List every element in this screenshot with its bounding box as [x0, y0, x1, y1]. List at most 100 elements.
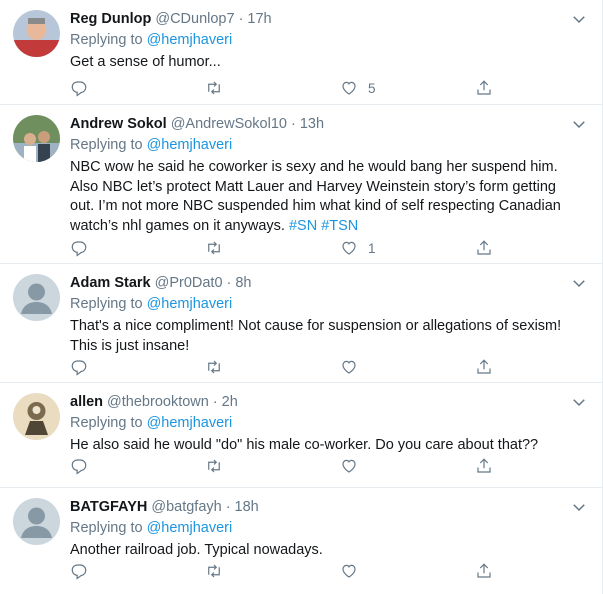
author-name[interactable]: allen	[70, 393, 103, 412]
mention-link[interactable]: @hemjhaveri	[147, 137, 233, 153]
heart-icon	[340, 562, 358, 580]
mention-link[interactable]: @hemjhaveri	[147, 520, 233, 536]
retweet-button[interactable]	[205, 457, 340, 475]
chevron-down-icon[interactable]	[570, 393, 588, 411]
avatar[interactable]	[13, 115, 60, 162]
like-button[interactable]	[340, 358, 475, 376]
reply-icon	[70, 562, 88, 580]
share-icon	[475, 457, 493, 475]
author-handle[interactable]: @AndrewSokol10	[171, 115, 287, 134]
share-icon	[475, 358, 493, 376]
avatar[interactable]	[13, 10, 60, 57]
replying-to: Replying to @hemjhaveri	[70, 136, 582, 155]
reply-icon	[70, 239, 88, 257]
like-count: 1	[368, 240, 376, 256]
retweet-button[interactable]	[205, 79, 340, 97]
separator: ·	[238, 11, 244, 27]
retweet-icon	[205, 457, 223, 475]
separator: ·	[212, 394, 218, 410]
separator: ·	[290, 116, 296, 132]
avatar[interactable]	[13, 498, 60, 545]
retweet-icon	[205, 79, 223, 97]
replying-to: Replying to @hemjhaveri	[70, 31, 582, 50]
replying-to: Replying to @hemjhaveri	[70, 295, 582, 314]
reply-thread: Reg Dunlop @CDunlop7 · 17h Replying to @…	[0, 0, 603, 594]
timestamp[interactable]: 8h	[235, 274, 251, 293]
mention-link[interactable]: @hemjhaveri	[147, 296, 233, 312]
share-button[interactable]	[475, 457, 505, 475]
reply-button[interactable]	[70, 239, 205, 257]
share-icon	[475, 562, 493, 580]
tweet-actions: 5	[70, 76, 505, 100]
author-handle[interactable]: @thebrooktown	[107, 393, 209, 412]
chevron-down-icon[interactable]	[570, 115, 588, 133]
author-handle[interactable]: @Pr0Dat0	[155, 274, 223, 293]
replying-to-prefix: Replying to	[70, 415, 143, 431]
tweet-actions: 1	[70, 236, 505, 260]
like-button[interactable]: 5	[340, 79, 475, 97]
author-name[interactable]: Andrew Sokol	[70, 115, 167, 134]
share-icon	[475, 79, 493, 97]
retweet-button[interactable]	[205, 358, 340, 376]
chevron-down-icon[interactable]	[570, 274, 588, 292]
like-button[interactable]	[340, 562, 475, 580]
timestamp[interactable]: 18h	[235, 498, 259, 517]
mention-link[interactable]: @hemjhaveri	[147, 415, 233, 431]
separator: ·	[226, 275, 232, 291]
tweet-batgfayh[interactable]: BATGFAYH @batgfayh · 18h Replying to @he…	[0, 488, 602, 592]
replying-to-prefix: Replying to	[70, 520, 143, 536]
reply-button[interactable]	[70, 79, 205, 97]
author-name[interactable]: BATGFAYH	[70, 498, 147, 517]
retweet-button[interactable]	[205, 562, 340, 580]
tweet-actions	[70, 355, 505, 379]
like-count: 5	[368, 80, 376, 96]
author-name[interactable]: Adam Stark	[70, 274, 151, 293]
hashtag-links[interactable]: #SN #TSN	[289, 218, 358, 234]
author-name[interactable]: Reg Dunlop	[70, 10, 151, 29]
chevron-down-icon[interactable]	[570, 10, 588, 28]
timestamp[interactable]: 13h	[300, 115, 324, 134]
tweet-andrew-sokol[interactable]: Andrew Sokol @AndrewSokol10 · 13h Replyi…	[0, 105, 602, 264]
retweet-button[interactable]	[205, 239, 340, 257]
tweet-adam-stark[interactable]: Adam Stark @Pr0Dat0 · 8h Replying to @he…	[0, 264, 602, 383]
heart-icon	[340, 79, 358, 97]
replying-to-prefix: Replying to	[70, 296, 143, 312]
like-button[interactable]	[340, 457, 475, 475]
heart-icon	[340, 239, 358, 257]
tweet-actions	[70, 454, 505, 478]
chevron-down-icon[interactable]	[570, 498, 588, 516]
like-button[interactable]: 1	[340, 239, 475, 257]
reply-icon	[70, 358, 88, 376]
tweet-text: NBC wow he said he coworker is sexy and …	[70, 158, 582, 236]
share-button[interactable]	[475, 239, 505, 257]
share-button[interactable]	[475, 562, 505, 580]
mention-link[interactable]: @hemjhaveri	[147, 32, 233, 48]
retweet-icon	[205, 239, 223, 257]
tweet-text: Another railroad job. Typical nowadays.	[70, 542, 323, 558]
retweet-icon	[205, 562, 223, 580]
avatar[interactable]	[13, 393, 60, 440]
replying-to-prefix: Replying to	[70, 32, 143, 48]
tweet-text: He also said he would "do" his male co-w…	[70, 437, 539, 453]
tweet-reg-dunlop[interactable]: Reg Dunlop @CDunlop7 · 17h Replying to @…	[0, 0, 602, 105]
share-button[interactable]	[475, 358, 505, 376]
author-handle[interactable]: @batgfayh	[151, 498, 221, 517]
retweet-icon	[205, 358, 223, 376]
tweet-text: Get a sense of humor...	[70, 54, 221, 70]
author-handle[interactable]: @CDunlop7	[155, 10, 234, 29]
heart-icon	[340, 457, 358, 475]
timestamp[interactable]: 2h	[222, 393, 238, 412]
share-icon	[475, 239, 493, 257]
reply-icon	[70, 457, 88, 475]
reply-button[interactable]	[70, 562, 205, 580]
avatar[interactable]	[13, 274, 60, 321]
tweet-allen[interactable]: allen @thebrooktown · 2h Replying to @he…	[0, 383, 602, 488]
separator: ·	[225, 499, 231, 515]
share-button[interactable]	[475, 79, 505, 97]
reply-button[interactable]	[70, 457, 205, 475]
timestamp[interactable]: 17h	[247, 10, 271, 29]
reply-button[interactable]	[70, 358, 205, 376]
reply-icon	[70, 79, 88, 97]
replying-to-prefix: Replying to	[70, 137, 143, 153]
tweet-actions	[70, 559, 505, 583]
